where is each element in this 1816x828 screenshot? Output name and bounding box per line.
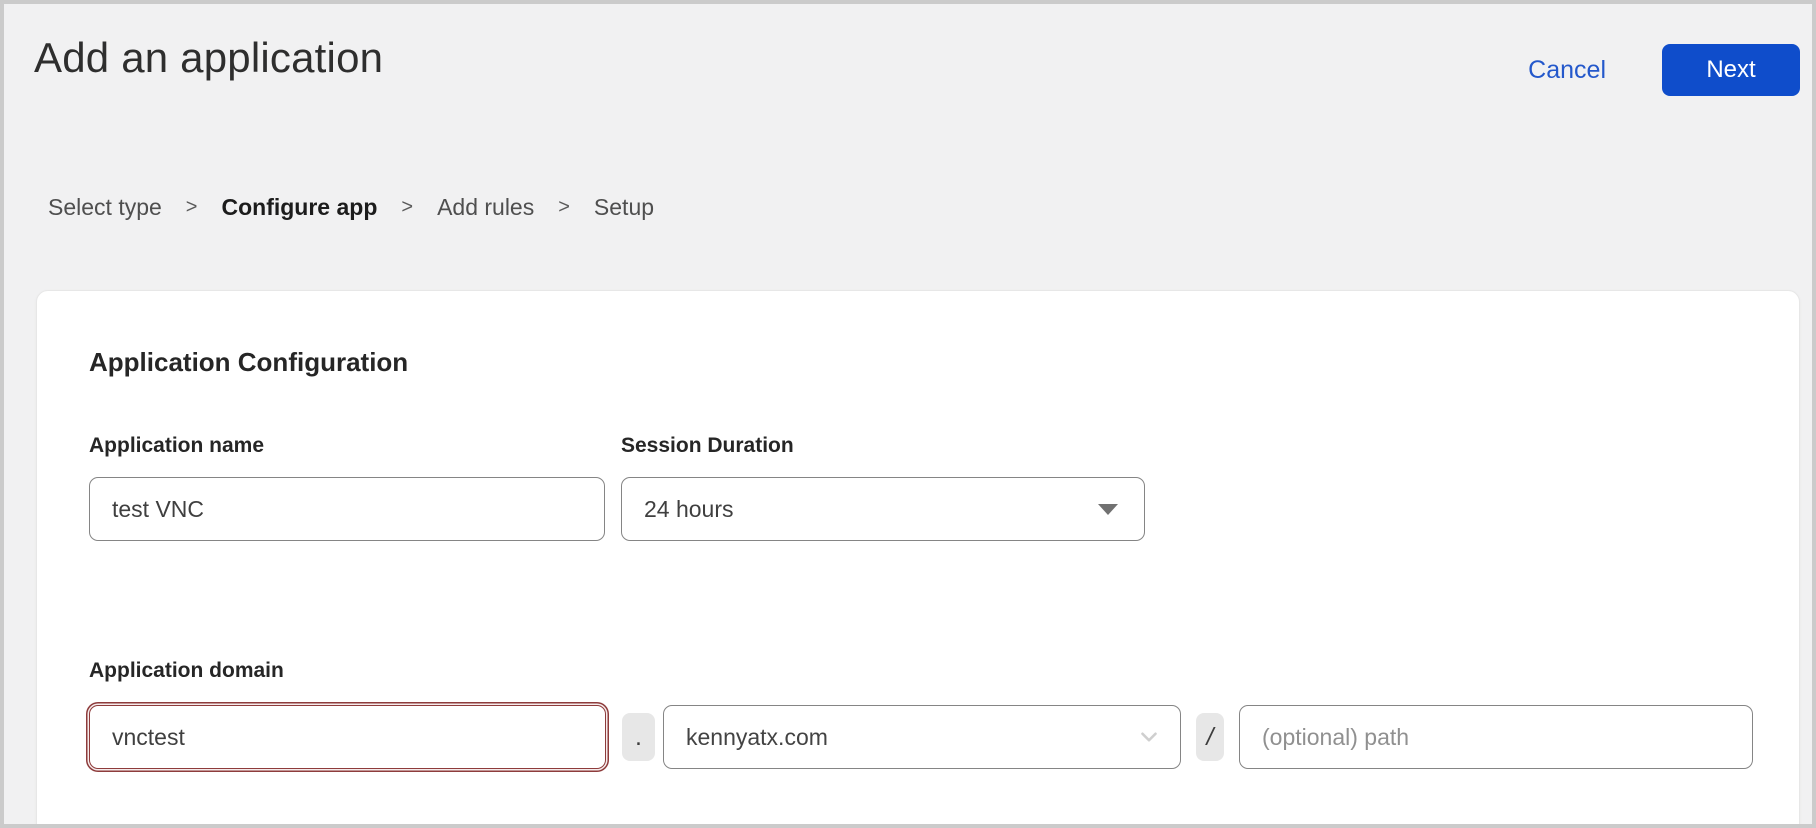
header-actions: Cancel Next bbox=[1528, 44, 1800, 96]
application-name-label: Application name bbox=[89, 434, 264, 458]
breadcrumb: Select type > Configure app > Add rules … bbox=[48, 194, 654, 221]
session-duration-select[interactable]: 24 hours bbox=[621, 477, 1145, 541]
application-domain-label: Application domain bbox=[89, 659, 284, 683]
add-application-window: Add an application Cancel Next Select ty… bbox=[0, 0, 1816, 828]
path-input[interactable] bbox=[1239, 705, 1753, 769]
caret-down-triangle-icon bbox=[1098, 504, 1118, 515]
session-duration-value: 24 hours bbox=[644, 496, 734, 523]
application-name-input[interactable] bbox=[89, 477, 605, 541]
cancel-button[interactable]: Cancel bbox=[1528, 56, 1606, 85]
breadcrumb-separator: > bbox=[401, 196, 413, 219]
breadcrumb-separator: > bbox=[558, 196, 570, 219]
domain-select-value: kennyatx.com bbox=[686, 724, 828, 751]
subdomain-input[interactable] bbox=[89, 705, 606, 769]
dot-separator-chip: . bbox=[622, 713, 655, 761]
breadcrumb-step-select-type[interactable]: Select type bbox=[48, 194, 162, 221]
section-title: Application Configuration bbox=[89, 347, 408, 378]
application-configuration-card: Application Configuration Application na… bbox=[36, 290, 1800, 828]
slash-separator-chip: / bbox=[1196, 713, 1224, 761]
breadcrumb-separator: > bbox=[186, 196, 198, 219]
breadcrumb-step-setup[interactable]: Setup bbox=[594, 194, 654, 221]
session-duration-label: Session Duration bbox=[621, 434, 794, 458]
breadcrumb-step-configure-app[interactable]: Configure app bbox=[221, 194, 377, 221]
page-title: Add an application bbox=[34, 34, 383, 82]
domain-select[interactable]: kennyatx.com bbox=[663, 705, 1181, 769]
chevron-down-icon bbox=[1136, 724, 1162, 750]
breadcrumb-step-add-rules[interactable]: Add rules bbox=[437, 194, 534, 221]
next-button[interactable]: Next bbox=[1662, 44, 1800, 96]
